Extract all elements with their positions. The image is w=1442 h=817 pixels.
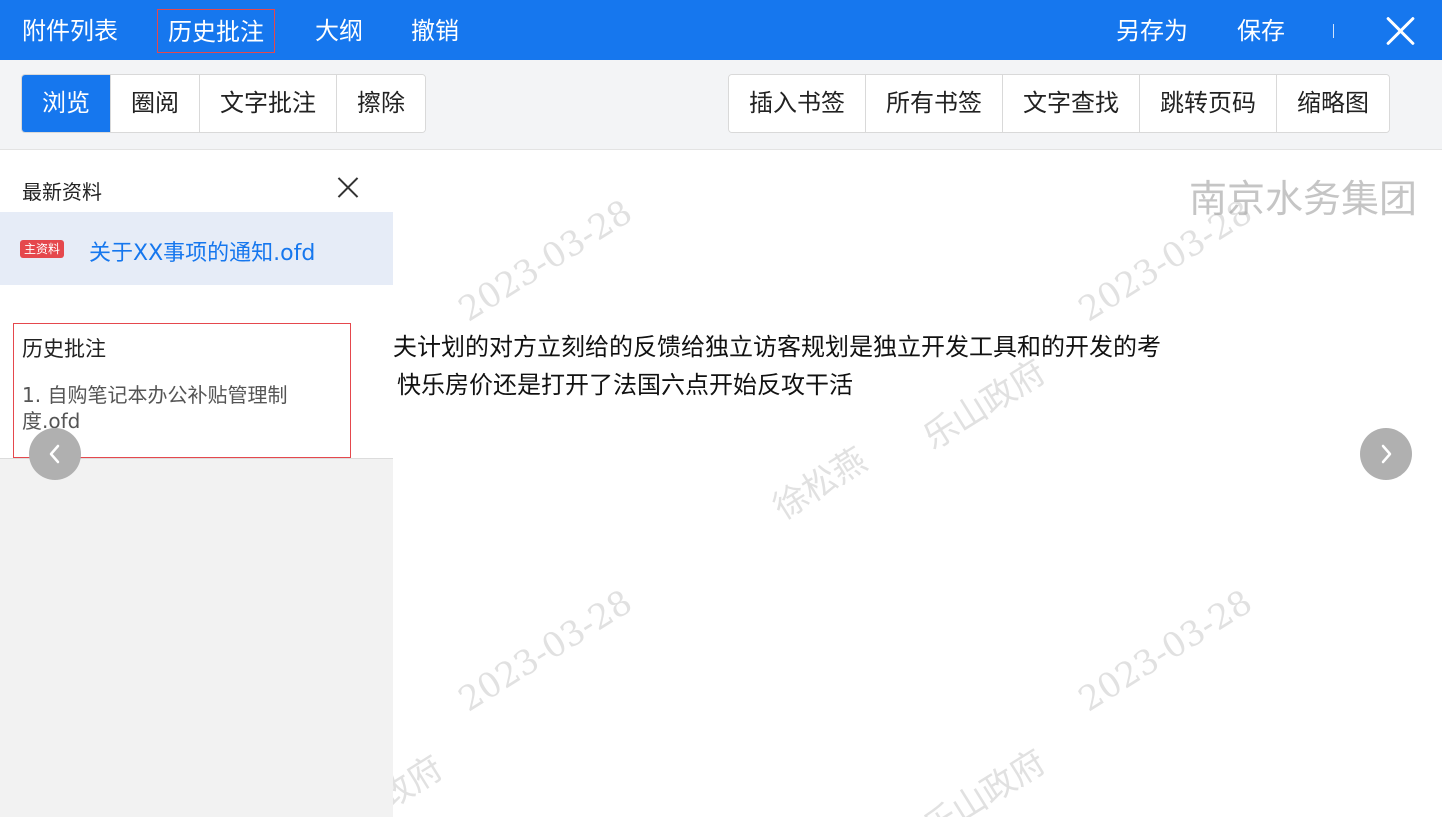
chevron-left-icon: [49, 444, 60, 464]
thumbnail-button[interactable]: 缩略图: [1277, 75, 1389, 132]
document-view[interactable]: 南京水务集团 2023-03-28 2023-03-28 2023-03-28 …: [393, 150, 1442, 817]
save-as-button[interactable]: 另存为: [1116, 0, 1188, 60]
latest-file-item[interactable]: 主资料 关于XX事项的通知.ofd: [0, 212, 393, 285]
gov-watermark: 乐山政府: [916, 352, 1053, 459]
circle-read-button[interactable]: 圈阅: [111, 75, 200, 132]
sidebar-close-icon[interactable]: [337, 176, 359, 198]
outline-tab[interactable]: 大纲: [315, 0, 363, 60]
erase-button[interactable]: 擦除: [337, 75, 425, 132]
jump-page-button[interactable]: 跳转页码: [1140, 75, 1277, 132]
chevron-right-icon: [1381, 444, 1392, 464]
history-annotations-title: 历史批注: [22, 337, 106, 361]
text-annotation-button[interactable]: 文字批注: [200, 75, 337, 132]
date-watermark: 2023-03-28: [451, 582, 640, 720]
topbar-separator: [1333, 24, 1334, 38]
document-text-line: 夫计划的对方立刻给的反馈给独立访客规划是独立开发工具和的开发的考: [393, 333, 1161, 361]
insert-bookmark-button[interactable]: 插入书签: [729, 75, 866, 132]
browse-button[interactable]: 浏览: [22, 75, 111, 132]
date-watermark: 2023-03-28: [451, 192, 640, 330]
save-button[interactable]: 保存: [1237, 0, 1285, 60]
user-watermark: 徐松燕: [766, 440, 874, 529]
main-file-badge: 主资料: [20, 240, 65, 258]
sidebar-content: 最新资料 主资料 关于XX事项的通知.ofd 历史批注 1. 自购笔记本办公补贴…: [0, 150, 393, 458]
latest-file-link[interactable]: 关于XX事项的通知.ofd: [89, 235, 315, 267]
top-bar: 附件列表 历史批注 大纲 撤销 另存为 保存: [0, 0, 1442, 60]
date-watermark: 2023-03-28: [1071, 582, 1260, 720]
date-watermark: 2023-03-28: [1071, 192, 1260, 330]
history-annotation-item[interactable]: 1. 自购笔记本办公补贴管理制度.ofd: [22, 382, 337, 434]
previous-page-button[interactable]: [29, 428, 81, 480]
document-text-line: 快乐房价还是打开了法国六点开始反攻干活: [397, 371, 853, 399]
text-search-button[interactable]: 文字查找: [1003, 75, 1140, 132]
mode-button-group: 浏览 圈阅 文字批注 擦除: [21, 74, 426, 133]
gov-watermark: 乐山政府: [916, 742, 1053, 817]
history-annotations-tab[interactable]: 历史批注: [157, 9, 275, 53]
sidebar-title: 最新资料: [22, 180, 102, 204]
undo-button[interactable]: 撤销: [411, 0, 459, 60]
attachments-tab[interactable]: 附件列表: [22, 0, 118, 60]
sidebar-panel: 最新资料 主资料 关于XX事项的通知.ofd 历史批注 1. 自购笔记本办公补贴…: [0, 150, 393, 817]
tools-button-group: 插入书签 所有书签 文字查找 跳转页码 缩略图: [728, 74, 1390, 133]
all-bookmarks-button[interactable]: 所有书签: [866, 75, 1003, 132]
gov-watermark: 政府: [393, 748, 451, 817]
close-icon[interactable]: [1382, 12, 1418, 48]
next-page-button[interactable]: [1360, 428, 1412, 480]
toolbar: 浏览 圈阅 文字批注 擦除 插入书签 所有书签 文字查找 跳转页码 缩略图: [0, 60, 1442, 150]
